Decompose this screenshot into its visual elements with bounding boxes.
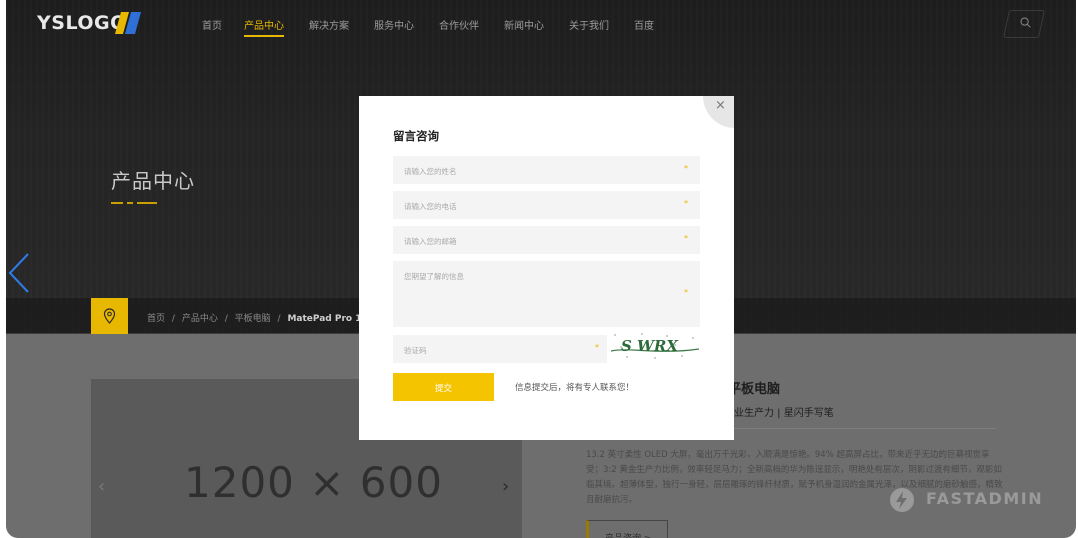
site-logo[interactable]: YSLOGO xyxy=(37,12,127,34)
watermark-text: FASTADMIN xyxy=(926,489,1044,508)
product-subtitle: 专业生产力 | 星闪手写笔 xyxy=(724,408,834,419)
breadcrumb-separator: / xyxy=(171,314,175,324)
breadcrumb-products[interactable]: 产品中心 xyxy=(182,314,218,324)
breadcrumb-tablet[interactable]: 平板电脑 xyxy=(235,314,271,324)
inquiry-modal: × 留言咨询 请输入您的姓名 * 请输入您的电话 * 请输入您的邮箱 * 您期望… xyxy=(359,96,734,440)
fastadmin-logo-icon xyxy=(890,488,914,512)
phone-field[interactable]: 请输入您的电话 xyxy=(393,191,700,219)
product-name: 平板电脑 xyxy=(728,382,781,397)
logo-mark-icon xyxy=(115,12,141,34)
captcha-field[interactable]: 验证码 xyxy=(393,335,608,363)
email-field[interactable]: 请输入您的邮箱 xyxy=(393,226,700,254)
site-frame: YSLOGO 首页 产品中心 解决方案 服务中心 合作伙伴 新闻中心 关于我们 … xyxy=(6,0,1076,538)
nav-item-home[interactable]: 首页 xyxy=(202,17,222,32)
nav-active-underline xyxy=(244,35,284,37)
message-textarea[interactable]: 您期望了解的信息 xyxy=(393,261,700,327)
title-underline xyxy=(111,202,157,205)
nav-item-about[interactable]: 关于我们 xyxy=(569,17,609,32)
breadcrumb: 首页 / 产品中心 / 平板电脑 / MatePad Pro 13.2 xyxy=(147,311,377,324)
location-pin-icon xyxy=(103,308,116,324)
breadcrumb-separator: / xyxy=(277,314,281,324)
close-icon[interactable]: × xyxy=(715,98,726,113)
gallery-next-icon[interactable]: › xyxy=(502,476,509,497)
nav-item-solutions[interactable]: 解决方案 xyxy=(309,17,349,32)
nav-item-service[interactable]: 服务中心 xyxy=(374,17,414,32)
nav-item-products[interactable]: 产品中心 xyxy=(244,17,284,32)
modal-title: 留言咨询 xyxy=(393,129,439,143)
product-inquiry-button[interactable]: 产品咨询 > xyxy=(586,520,668,538)
gallery-prev-icon[interactable]: ‹ xyxy=(98,476,105,497)
submit-tip: 信息提交后，将有专人联系您！ xyxy=(515,383,635,393)
captcha-text: S WRX xyxy=(621,337,679,355)
captcha-image[interactable]: S WRX xyxy=(607,329,702,363)
breadcrumb-home[interactable]: 首页 xyxy=(147,314,165,324)
required-mark: * xyxy=(684,199,688,208)
required-mark: * xyxy=(684,164,688,173)
breadcrumb-separator: / xyxy=(224,314,228,324)
name-field[interactable]: 请输入您的姓名 xyxy=(393,156,700,184)
search-icon xyxy=(1020,17,1031,28)
nav-item-baidu[interactable]: 百度 xyxy=(634,17,654,32)
banner-prev-arrow-icon[interactable] xyxy=(6,252,32,294)
submit-button[interactable]: 提交 xyxy=(393,373,494,401)
nav-item-partners[interactable]: 合作伙伴 xyxy=(439,17,479,32)
page: YSLOGO 首页 产品中心 解决方案 服务中心 合作伙伴 新闻中心 关于我们 … xyxy=(0,0,1078,538)
required-mark: * xyxy=(684,288,688,297)
top-nav: YSLOGO 首页 产品中心 解决方案 服务中心 合作伙伴 新闻中心 关于我们 … xyxy=(6,0,1076,48)
required-mark: * xyxy=(595,343,599,352)
required-mark: * xyxy=(684,234,688,243)
nav-item-news[interactable]: 新闻中心 xyxy=(504,17,544,32)
page-title: 产品中心 xyxy=(111,169,195,193)
gallery-placeholder-text: 1200 × 600 xyxy=(184,458,443,507)
